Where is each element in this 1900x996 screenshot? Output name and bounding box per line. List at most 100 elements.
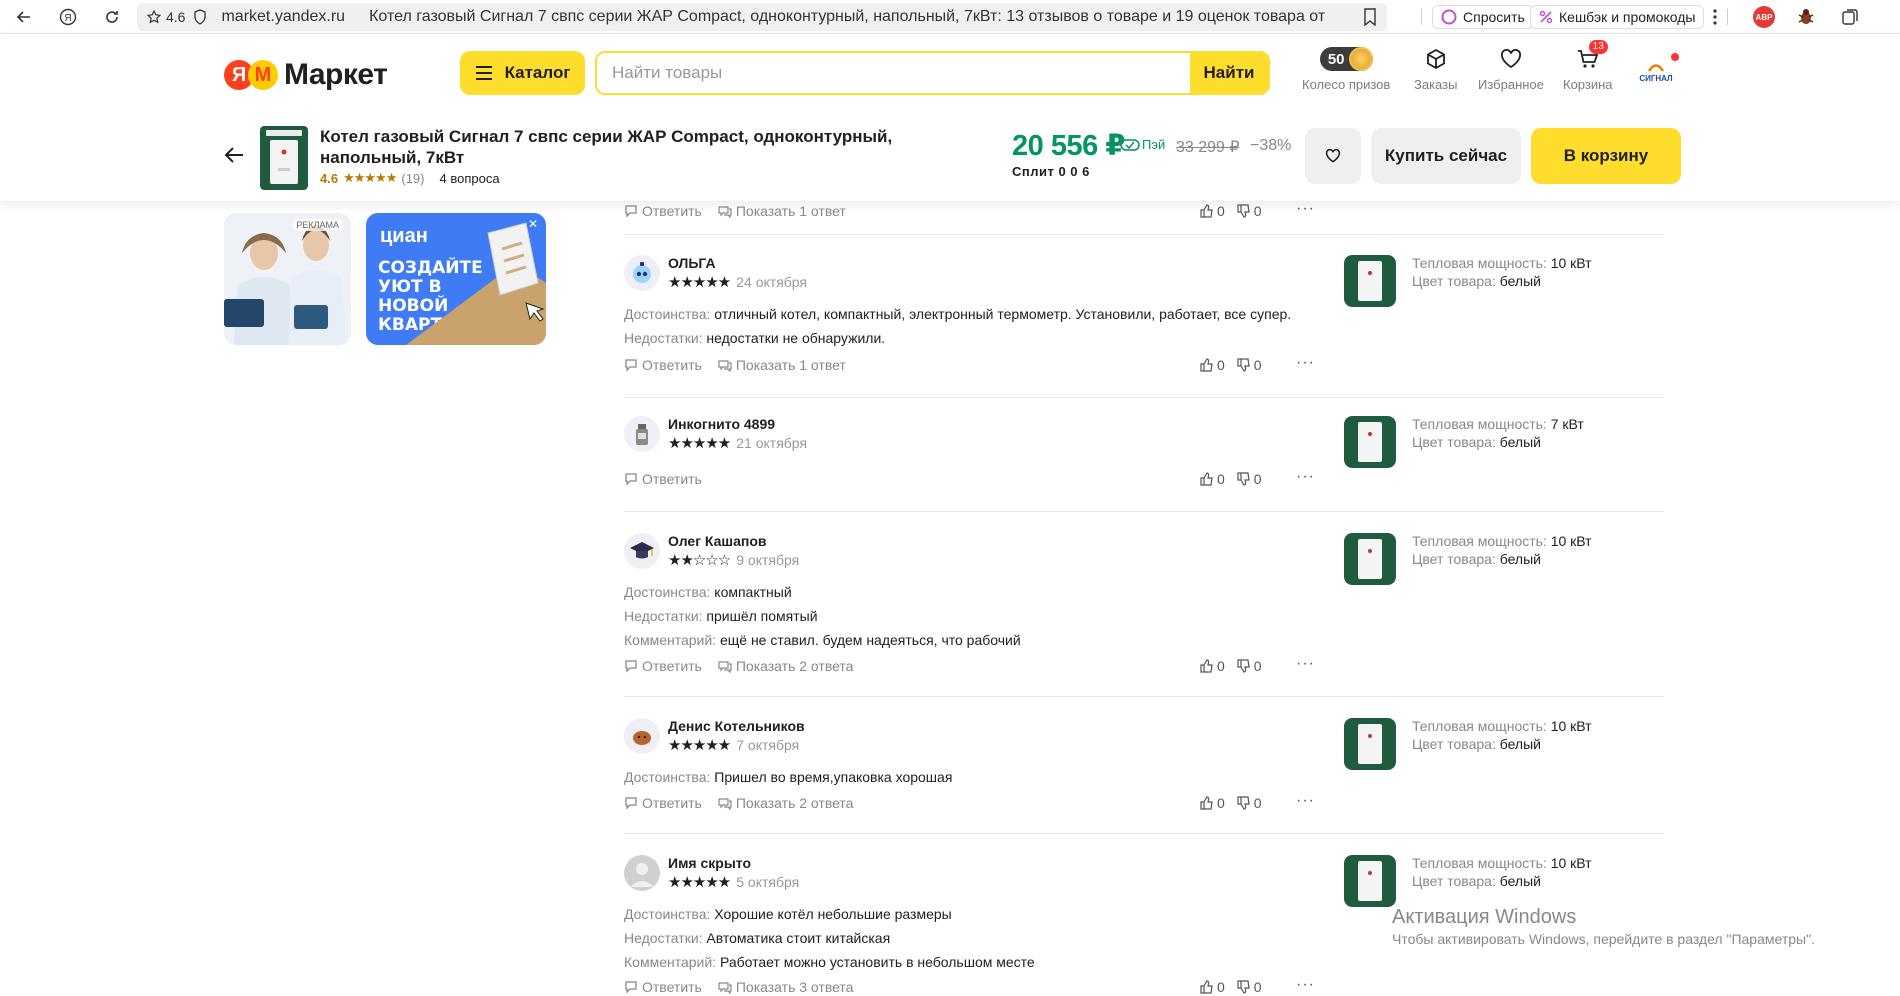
reply-link[interactable]: Ответить [624, 658, 702, 674]
like-button[interactable]: 0 [1200, 795, 1225, 811]
ask-button[interactable]: Спросить [1432, 5, 1534, 29]
review-product-image[interactable] [1344, 533, 1396, 585]
more-options-icon[interactable]: ··· [1296, 976, 1315, 994]
market-logo[interactable]: Я M Маркет [224, 58, 388, 92]
reload-icon[interactable] [92, 0, 132, 34]
review-stars: ★★★★★ [668, 435, 731, 452]
reply-link[interactable]: Ответить [624, 471, 702, 487]
dislike-button[interactable]: 0 [1237, 203, 1262, 219]
review-card: Инкогнито 4899 ★★★★★ 21 октября Ответить … [624, 416, 1664, 512]
catalog-button[interactable]: Каталог [460, 51, 585, 95]
search-input[interactable] [597, 53, 1190, 93]
watermark-subtitle: Чтобы активировать Windows, перейдите в … [1392, 931, 1815, 947]
dislike-button[interactable]: 0 [1237, 795, 1262, 811]
ad-interior-image [406, 222, 546, 345]
bookmark-icon[interactable] [1363, 8, 1377, 26]
cons-label: Недостатки: [624, 330, 703, 346]
like-button[interactable]: 0 [1200, 203, 1225, 219]
reply-link[interactable]: Ответить [624, 795, 702, 811]
more-options-icon[interactable]: ··· [1296, 354, 1315, 372]
pros-text: Хорошие котёл небольшие размеры [714, 906, 952, 922]
review-product-image[interactable] [1344, 255, 1396, 307]
color-value: белый [1499, 434, 1541, 450]
product-rating[interactable]: 4.6 ★★★★★ (19) 4 вопроса [320, 170, 500, 186]
buy-now-button[interactable]: Купить сейчас [1371, 128, 1521, 184]
ad-banner-cian[interactable]: циан СОЗДАЙТЕ УЮТ В НОВОЙ КВАРТИРЕ ✕ [366, 213, 546, 345]
review-product-image[interactable] [1344, 855, 1396, 907]
show-replies-link[interactable]: Показать 2 ответа [718, 795, 853, 811]
cashback-button[interactable]: Кешбэк и промокоды [1530, 5, 1705, 29]
cashback-label: Кешбэк и промокоды [1559, 9, 1696, 25]
dislike-button[interactable]: 0 [1237, 357, 1262, 373]
back-icon[interactable] [4, 0, 44, 34]
dislike-button[interactable]: 0 [1237, 471, 1262, 487]
reply-link[interactable]: Ответить [624, 203, 702, 219]
more-options-icon[interactable]: ··· [1296, 655, 1315, 673]
thumbs-down-icon [1237, 796, 1250, 810]
show-replies-link[interactable]: Показать 2 ответа [718, 658, 854, 674]
review-stars: ★★★★★ [668, 874, 731, 891]
review-product-image[interactable] [1344, 718, 1396, 770]
review-actions: Ответить Показать 2 ответа [624, 658, 853, 674]
review-pros: Достоинства: отличный котел, компактный,… [624, 306, 1291, 322]
like-button[interactable]: 0 [1200, 357, 1225, 373]
like-button[interactable]: 0 [1200, 658, 1225, 674]
yandex-browser-icon[interactable]: Я [48, 0, 88, 34]
more-options-icon[interactable]: ··· [1296, 792, 1315, 810]
split-payment[interactable]: Сплит 0 0 6 [1012, 164, 1090, 179]
review-votes: 0 0 [1200, 795, 1262, 811]
color-value: белый [1499, 551, 1541, 567]
show-replies-label: Показать 2 ответа [735, 658, 854, 674]
browser-toolbar: Я 4.6 market.yandex.ru Котел газовый Сиг… [0, 0, 1900, 34]
like-button[interactable]: 0 [1200, 979, 1225, 995]
collections-icon[interactable] [1838, 5, 1862, 29]
orders-button[interactable]: Заказы [1414, 44, 1457, 92]
like-count: 0 [1217, 795, 1225, 811]
spec-color: Цвет товара: белый [1412, 736, 1541, 752]
rating-value: 4.6 [320, 170, 339, 186]
favorites-button[interactable]: Избранное [1478, 44, 1544, 92]
thumbs-up-icon [1200, 980, 1213, 994]
dislike-button[interactable]: 0 [1237, 658, 1262, 674]
ad-banner-suit[interactable]: РЕКЛАМА [224, 213, 351, 345]
address-bar[interactable]: 4.6 market.yandex.ru Котел газовый Сигна… [137, 3, 1387, 31]
add-to-favorites-button[interactable] [1305, 128, 1361, 184]
add-to-cart-button[interactable]: В корзину [1531, 128, 1681, 184]
review-comment: Комментарий: ещё не ставил. будем надеят… [624, 632, 1021, 648]
adblock-icon[interactable]: ABP [1752, 5, 1776, 29]
review-product-image[interactable] [1344, 416, 1396, 468]
profile-avatar[interactable]: СИГНАЛ [1636, 52, 1676, 92]
prize-wheel-button[interactable]: 50 Колесо призов [1302, 44, 1390, 92]
cart-button[interactable]: 13 Корзина [1563, 40, 1613, 92]
more-options-icon[interactable]: ··· [1296, 468, 1315, 486]
replies-icon [718, 798, 732, 810]
search-button[interactable]: Найти [1190, 53, 1268, 93]
review-author: ОЛЬГА [668, 255, 716, 271]
review-date: 5 октября [736, 874, 800, 890]
show-replies-link[interactable]: Показать 3 ответа [718, 979, 853, 995]
power-value: 7 кВт [1550, 416, 1584, 432]
dislike-count: 0 [1253, 471, 1262, 487]
back-arrow-icon[interactable] [224, 146, 244, 164]
like-count: 0 [1217, 471, 1225, 487]
comment-text: Работает можно установить в небольшом ме… [719, 954, 1035, 970]
yandex-pay-badge: Пэй [1120, 137, 1165, 152]
more-vertical-icon[interactable] [1703, 5, 1727, 29]
more-options-icon[interactable]: ··· [1296, 200, 1315, 218]
cons-label: Недостатки: [624, 930, 703, 946]
like-button[interactable]: 0 [1200, 471, 1225, 487]
product-title[interactable]: Котел газовый Сигнал 7 свпс серии ЖАР Co… [320, 126, 920, 168]
spec-color: Цвет товара: белый [1412, 873, 1541, 889]
extension-bug-icon[interactable] [1794, 5, 1818, 29]
show-replies-link[interactable]: Показать 1 ответ [718, 357, 846, 373]
reply-link[interactable]: Ответить [624, 979, 702, 995]
review-actions: Ответить Показать 1 ответ [624, 203, 846, 219]
dislike-button[interactable]: 0 [1237, 979, 1262, 995]
comment-text: ещё не ставил. будем надеяться, что рабо… [719, 632, 1021, 648]
spec-power: Тепловая мощность: 10 кВт [1412, 718, 1592, 734]
notification-dot [1671, 53, 1679, 61]
show-replies-link[interactable]: Показать 1 ответ [718, 203, 846, 219]
prize-wheel-label: Колесо призов [1302, 77, 1391, 92]
reply-link[interactable]: Ответить [624, 357, 702, 373]
questions-link[interactable]: 4 вопроса [439, 171, 499, 186]
